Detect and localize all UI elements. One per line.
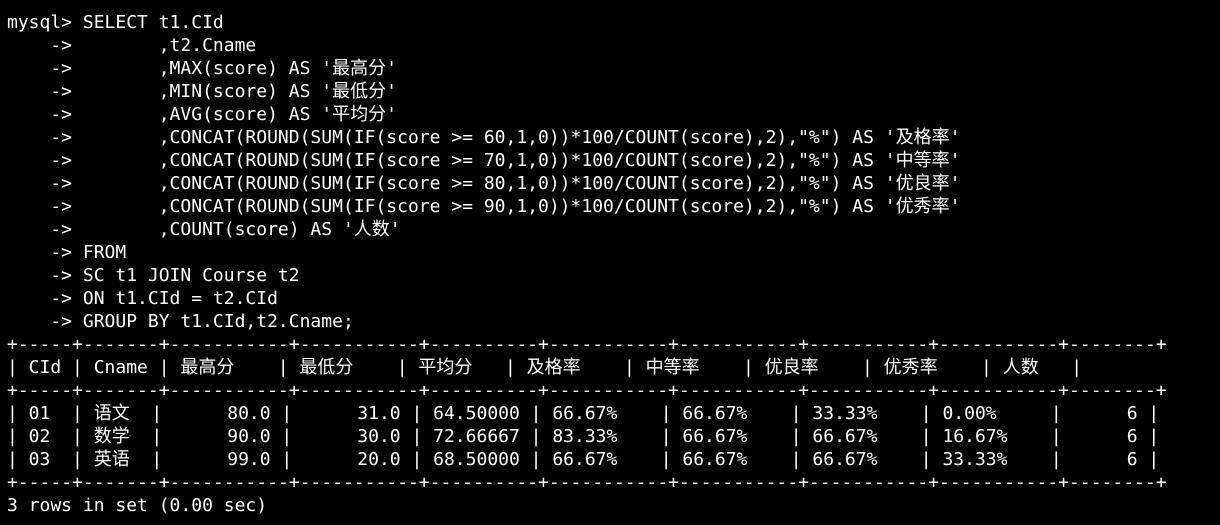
- sql-continuation-line: -> ,MAX(score) AS '最高分': [7, 58, 397, 79]
- sql-continuation-line: -> GROUP BY t1.CId,t2.Cname;: [7, 311, 354, 332]
- sql-continuation-line: -> ,COUNT(score) AS '人数': [7, 219, 401, 240]
- sql-continuation-line: -> SC t1 JOIN Course t2: [7, 265, 300, 286]
- sql-prompt-line: mysql> SELECT t1.CId: [7, 12, 224, 33]
- sql-continuation-line: -> ,t2.Cname: [7, 35, 257, 56]
- result-status-line: 3 rows in set (0.00 sec): [7, 495, 268, 516]
- table-border-line: +-----+-------+-----------+-----------+-…: [7, 380, 1167, 401]
- sql-continuation-line: -> ON t1.CId = t2.CId: [7, 288, 278, 309]
- table-row: | 02 | 数学 | 90.0 | 30.0 | 72.66667 | 83.…: [7, 426, 1160, 447]
- sql-continuation-line: -> ,CONCAT(ROUND(SUM(IF(score >= 80,1,0)…: [7, 173, 961, 194]
- table-row: | 03 | 英语 | 99.0 | 20.0 | 68.50000 | 66.…: [7, 449, 1160, 470]
- sql-continuation-line: -> ,CONCAT(ROUND(SUM(IF(score >= 60,1,0)…: [7, 127, 961, 148]
- sql-continuation-line: -> ,CONCAT(ROUND(SUM(IF(score >= 90,1,0)…: [7, 196, 961, 217]
- table-header-row: | CId | Cname | 最高分 | 最低分 | 平均分 | 及格率 | …: [7, 357, 1083, 378]
- table-row: | 01 | 语文 | 80.0 | 31.0 | 64.50000 | 66.…: [7, 403, 1160, 424]
- sql-continuation-line: -> ,CONCAT(ROUND(SUM(IF(score >= 70,1,0)…: [7, 150, 961, 171]
- sql-continuation-line: -> ,MIN(score) AS '最低分': [7, 81, 397, 102]
- sql-continuation-line: -> ,AVG(score) AS '平均分': [7, 104, 397, 125]
- table-border-line: +-----+-------+-----------+-----------+-…: [7, 472, 1167, 493]
- terminal-window[interactable]: mysql> SELECT t1.CId -> ,t2.Cname -> ,MA…: [0, 0, 1220, 525]
- table-border-line: +-----+-------+-----------+-----------+-…: [7, 334, 1167, 355]
- sql-continuation-line: -> FROM: [7, 242, 127, 263]
